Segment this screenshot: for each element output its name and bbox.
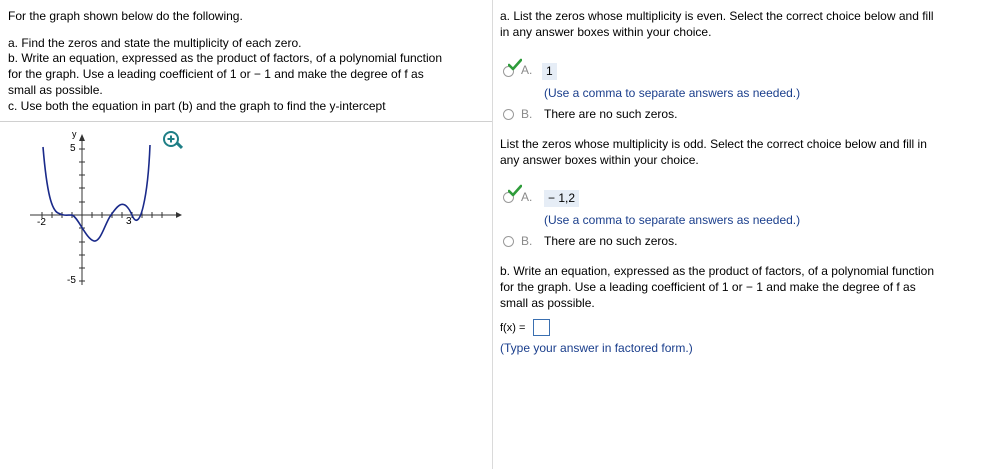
tick-label-x-right: 3 (126, 216, 132, 227)
q2-prompt-line2: any answer boxes within your choice. (500, 153, 699, 167)
tick-label-x-left: -2 (37, 217, 46, 228)
q3-prompt-line1: b. Write an equation, expressed as the p… (500, 264, 935, 278)
section-divider (0, 121, 492, 122)
q2-prompt-line1: List the zeros whose multiplicity is odd… (500, 137, 927, 151)
q2-choice-b-letter: B. (521, 234, 533, 248)
x-axis-arrow-icon (176, 212, 182, 218)
part-b-line2: for the graph. Use a leading coefficient… (8, 67, 424, 81)
tick-label-y-top: 5 (70, 143, 76, 154)
panel-divider (492, 0, 493, 469)
part-b-line3: small as possible. (8, 83, 103, 97)
question-panel: For the graph shown below do the followi… (0, 0, 492, 469)
q1-choice-a-letter: A. (521, 63, 533, 77)
checkmark-icon (508, 58, 522, 71)
fx-answer-input[interactable] (533, 319, 550, 336)
q1-prompt-line2: in any answer boxes within your choice. (500, 25, 712, 39)
part-a-text: a. Find the zeros and state the multipli… (8, 36, 302, 50)
q1-answer-box[interactable]: 1 (542, 63, 557, 80)
polynomial-curve (42, 144, 151, 242)
q2-choice-b-text: There are no such zeros. (544, 234, 678, 248)
q2-answer-box[interactable]: − 1,2 (544, 190, 580, 207)
part-c-text: c. Use both the equation in part (b) and… (8, 99, 386, 113)
part-b-line1: b. Write an equation, expressed as the p… (8, 51, 443, 65)
fx-hint: (Type your answer in factored form.) (500, 341, 693, 355)
q1-choice-b-text: There are no such zeros. (544, 107, 678, 121)
q1-choice-b-radio[interactable] (503, 109, 514, 120)
q3-prompt-line2: for the graph. Use a leading coefficient… (500, 280, 916, 294)
q2-choice-b-radio[interactable] (503, 236, 514, 247)
q2-hint: (Use a comma to separate answers as need… (544, 213, 801, 227)
q1-prompt-line1: a. List the zeros whose multiplicity is … (500, 9, 934, 23)
q1-hint: (Use a comma to separate answers as need… (544, 86, 801, 100)
q1-choice-b-letter: B. (521, 107, 533, 121)
fx-label: f(x) = (500, 322, 526, 334)
checkmark-icon (508, 184, 522, 197)
q2-choice-a-letter: A. (521, 190, 533, 204)
polynomial-graph (30, 134, 182, 285)
tick-label-y-bottom: -5 (67, 275, 76, 286)
answer-panel: a. List the zeros whose multiplicity is … (500, 0, 980, 469)
y-axis-arrow-icon (79, 134, 85, 141)
q3-prompt-line3: small as possible. (500, 296, 595, 310)
y-axis-label: y (72, 129, 77, 139)
intro-text: For the graph shown below do the followi… (8, 9, 243, 23)
